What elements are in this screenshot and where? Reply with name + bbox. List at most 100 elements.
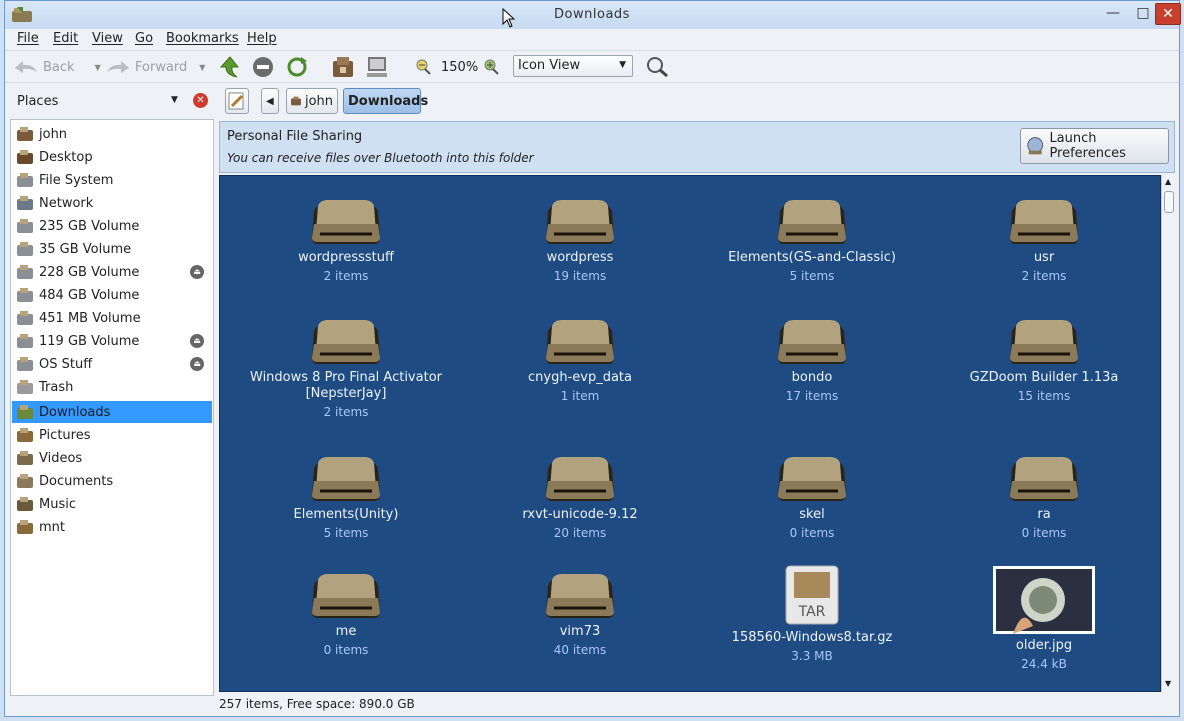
file-meta: 19 items [553,269,607,283]
file-name: me [335,624,357,639]
menu-go[interactable]: Go [135,31,153,46]
file-meta: 24.4 kB [1021,657,1067,671]
launch-preferences-button[interactable]: Launch Preferences [1020,128,1169,164]
forward-history-dropdown-icon[interactable]: ▼ [199,63,205,72]
drive-icon [17,334,33,348]
sidebar-item-os-stuff[interactable]: OS Stuff ⏏ [12,353,212,375]
back-button[interactable]: Back ▼ [13,55,101,79]
eject-icon[interactable]: ⏏ [190,357,204,371]
up-arrow-icon[interactable] [217,55,243,79]
breadcrumb-downloads[interactable]: Downloads [343,88,428,114]
file-meta: 0 items [789,526,835,540]
image-thumbnail-icon [993,566,1095,634]
sidebar-item-235-gb-volume[interactable]: 235 GB Volume [12,215,212,237]
scroll-up-icon[interactable]: ▲ [1165,177,1171,186]
zoom-level: 150% [441,59,479,75]
videos-folder-icon [17,451,33,465]
places-selector[interactable]: Places ▼ ✕ [11,92,211,112]
edit-location-button[interactable] [225,88,249,114]
sidebar-item-label: Trash [39,379,74,395]
forward-button[interactable]: Forward ▼ [105,55,205,79]
file-name: Elements(Unity) [293,507,399,522]
sidebar-item-228-gb-volume[interactable]: 228 GB Volume ⏏ [12,261,212,283]
menu-bookmarks[interactable]: Bookmarks [166,31,239,46]
file-item[interactable]: GZDoom Builder 1.13a 15 items [928,314,1160,404]
maximize-button[interactable]: □ [1129,3,1157,25]
sidebar-item-451-mb-volume[interactable]: 451 MB Volume [12,307,212,329]
file-item[interactable]: ra 0 items [928,451,1160,541]
file-item[interactable]: older.jpg 24.4 kB [928,566,1160,672]
title-bar[interactable]: Downloads — □ ✕ [5,1,1181,29]
zoom-out-icon[interactable] [413,55,433,79]
back-history-dropdown-icon[interactable]: ▼ [95,63,101,72]
scroll-thumb[interactable] [1164,191,1174,213]
file-name: wordpressstuff [298,250,394,265]
sidebar-item-file-system[interactable]: File System [12,169,212,191]
file-item[interactable]: bondo 17 items [696,314,928,404]
menu-view[interactable]: View [92,31,123,46]
folder-icon [546,200,614,244]
sidebar-item-label: Downloads [39,404,111,420]
sidebar-item-desktop[interactable]: Desktop [12,146,212,168]
minimize-button[interactable]: — [1099,3,1127,25]
file-item[interactable]: Elements(Unity) 5 items [230,451,462,541]
sidebar-item-videos[interactable]: Videos [12,447,212,469]
breadcrumb-back-button[interactable]: ◀ [261,88,279,114]
sidebar-item-35-gb-volume[interactable]: 35 GB Volume [12,238,212,260]
icon-view[interactable]: wordpressstuff 2 items wordpress 19 items El… [219,175,1161,692]
file-name: Windows 8 Pro Final Activator [NepsterJay… [250,370,442,401]
sidebar-item-john[interactable]: john [12,123,212,145]
sidebar-item-mnt[interactable]: mnt [12,516,212,538]
eject-icon[interactable]: ⏏ [190,334,204,348]
computer-icon[interactable] [365,55,389,79]
sidebar-item-documents[interactable]: Documents [12,470,212,492]
file-item[interactable]: skel 0 items [696,451,928,541]
close-sidebar-icon[interactable]: ✕ [193,93,208,108]
file-item[interactable]: wordpressstuff 2 items [230,194,462,284]
drive-icon [17,311,33,325]
view-mode-select[interactable]: Icon View ▼ [513,55,633,77]
sidebar-item-network[interactable]: Network [12,192,212,214]
stop-icon[interactable] [251,55,275,79]
sidebar-item-downloads[interactable]: Downloads [12,401,212,423]
file-name: cnygh-evp_data [528,370,632,385]
scroll-down-icon[interactable]: ▼ [1165,679,1171,688]
file-item[interactable]: rxvt-unicode-9.12 20 items [464,451,696,541]
search-icon[interactable] [645,55,671,79]
tar-archive-icon: TAR [785,565,839,625]
menu-file[interactable]: File [17,31,39,46]
location-bar: Places ▼ ✕ ◀ john Downloads [5,84,1179,118]
network-icon [17,196,33,210]
sidebar-item-label: OS Stuff [39,356,93,372]
folder-icon [778,457,846,501]
file-name: usr [1033,250,1055,265]
sidebar-item-label: 484 GB Volume [39,287,140,303]
zoom-in-icon[interactable] [481,55,501,79]
file-item[interactable]: cnygh-evp_data 1 item [464,314,696,404]
chevron-down-icon: ▼ [619,60,626,70]
sidebar-item-119-gb-volume[interactable]: 119 GB Volume ⏏ [12,330,212,352]
breadcrumb-john[interactable]: john [286,88,338,114]
sidebar-item-trash[interactable]: Trash [12,376,212,398]
drive-icon [17,219,33,233]
menu-help[interactable]: Help [247,31,277,46]
file-item[interactable]: vim73 40 items [464,568,696,658]
file-item[interactable]: Elements(GS-and-Classic) 5 items [696,194,928,284]
home-icon[interactable] [331,55,355,79]
sidebar-item-music[interactable]: Music [12,493,212,515]
menu-edit[interactable]: Edit [53,31,78,46]
sidebar-item-pictures[interactable]: Pictures [12,424,212,446]
eject-icon[interactable]: ⏏ [190,265,204,279]
sidebar-item-484-gb-volume[interactable]: 484 GB Volume [12,284,212,306]
file-item[interactable]: me 0 items [230,568,462,658]
close-button[interactable]: ✕ [1155,3,1181,25]
file-item[interactable]: usr 2 items [928,194,1160,284]
folder-icon [312,320,380,364]
info-title: Personal File Sharing [227,129,363,144]
scrollbar[interactable]: ▲ ▼ [1161,175,1175,692]
file-item[interactable]: Windows 8 Pro Final Activator [NepsterJay… [230,314,462,420]
file-item[interactable]: wordpress 19 items [464,194,696,284]
file-item[interactable]: TAR 158560-Windows8.tar.gz 3.3 MB [696,564,928,664]
reload-icon[interactable] [285,55,309,79]
folder-icon [1010,320,1078,364]
